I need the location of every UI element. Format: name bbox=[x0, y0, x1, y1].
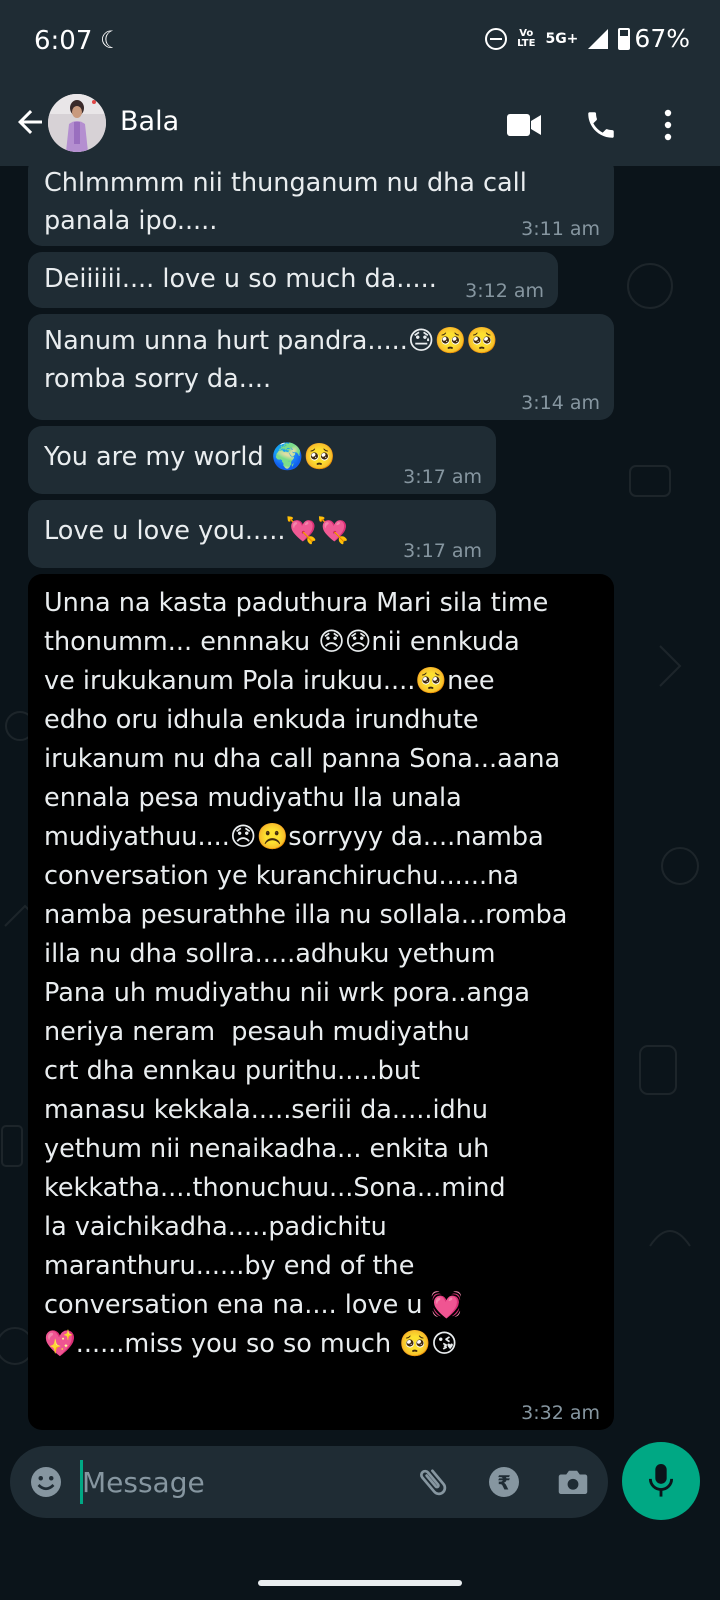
message-line: ve irukukanum Pola irukuu....🥺nee bbox=[44, 666, 495, 696]
back-arrow-icon[interactable] bbox=[12, 104, 48, 140]
voice-call-icon[interactable] bbox=[584, 108, 618, 142]
message-line: Unna na kasta paduthura Mari sila time bbox=[44, 588, 549, 618]
volte-icon: Vo LTE bbox=[517, 27, 536, 49]
message-line: panala ipo..... bbox=[44, 206, 218, 236]
message-line: conversation ena na.... love u 💓 bbox=[44, 1290, 463, 1320]
camera-icon[interactable] bbox=[555, 1464, 591, 1500]
status-bar: 6:07 ☾ Vo LTE 5G+ 67% bbox=[0, 0, 720, 86]
message-input[interactable] bbox=[80, 1457, 384, 1507]
network-type-label: 5G+ bbox=[545, 30, 579, 47]
svg-text:₹: ₹ bbox=[497, 1472, 511, 1495]
payment-rupee-icon[interactable]: ₹ bbox=[486, 1464, 522, 1500]
message-line: irukanum nu dha call panna Sona...aana bbox=[44, 744, 561, 774]
message-time: 3:11 am bbox=[521, 218, 600, 240]
message-time: 3:17 am bbox=[403, 466, 482, 488]
message-line: conversation ye kuranchiruchu......na bbox=[44, 861, 519, 891]
emoji-icon[interactable] bbox=[28, 1464, 64, 1500]
message-line: edho oru idhula enkuda irundhute bbox=[44, 705, 479, 735]
message-line: namba pesurathhe illa nu sollala...romba bbox=[44, 900, 568, 930]
message-line: la vaichikadha.....padichitu bbox=[44, 1212, 387, 1242]
message-line: mudiyathuu....😞☹️sorryyy da....namba bbox=[44, 822, 544, 852]
battery-icon bbox=[618, 27, 631, 50]
message-input-box[interactable]: ₹ bbox=[10, 1446, 608, 1518]
microphone-icon bbox=[648, 1464, 674, 1497]
status-indicators: Vo LTE 5G+ 67% bbox=[485, 24, 690, 53]
message-bubble[interactable]: You are my world 🌍🥺 3:17 am bbox=[28, 426, 496, 494]
message-line: Nanum unna hurt pandra.....😓🥺🥺 bbox=[44, 326, 498, 356]
message-time: 3:17 am bbox=[403, 540, 482, 562]
message-line: Chlmmmm nii thunganum nu dha call bbox=[44, 168, 527, 198]
message-line: yethum nii nenaikadha... enkita uh bbox=[44, 1134, 490, 1164]
avatar[interactable] bbox=[48, 94, 106, 152]
gesture-nav-handle[interactable] bbox=[258, 1580, 462, 1586]
whatsapp-chat-screen: 6:07 ☾ Vo LTE 5G+ 67% Bala Chlmmmm nii t… bbox=[0, 0, 720, 1600]
attach-icon[interactable] bbox=[415, 1464, 451, 1500]
more-options-icon[interactable] bbox=[662, 108, 674, 142]
message-bubble[interactable]: Chlmmmm nii thunganum nu dha call panala… bbox=[28, 166, 614, 246]
message-bubble[interactable]: Love u love you.....💘💘 3:17 am bbox=[28, 500, 496, 568]
chat-header: Bala bbox=[0, 86, 720, 166]
message-composer: ₹ bbox=[0, 1436, 720, 1600]
message-bubble[interactable]: Unna na kasta paduthura Mari sila time t… bbox=[28, 574, 614, 1430]
voice-message-button[interactable] bbox=[622, 1442, 700, 1520]
message-line: Pana uh mudiyathu nii wrk pora..anga bbox=[44, 978, 530, 1008]
message-line: neriya neram pesauh mudiyathu bbox=[44, 1017, 470, 1047]
message-line: manasu kekkala.....seriii da.....idhu bbox=[44, 1095, 489, 1125]
message-line: maranthuru......by end of the bbox=[44, 1251, 415, 1281]
message-line: ennala pesa mudiyathu Ila unala bbox=[44, 783, 462, 813]
message-time: 3:32 am bbox=[521, 1402, 600, 1424]
message-line: crt dha ennkau purithu.....but bbox=[44, 1056, 421, 1086]
chat-messages-area[interactable]: Chlmmmm nii thunganum nu dha call panala… bbox=[0, 166, 720, 1436]
message-time: 3:12 am bbox=[465, 280, 544, 302]
message-line: kekkatha....thonuchuu...Sona...mind bbox=[44, 1173, 506, 1203]
message-bubble[interactable]: Deiiiiii.... love u so much da..... 3:12… bbox=[28, 252, 558, 308]
message-line: romba sorry da.... bbox=[44, 364, 272, 394]
avatar-image bbox=[48, 94, 106, 152]
message-line: thonumm... ennnaku 😞😞nii ennkuda bbox=[44, 627, 520, 657]
signal-icon bbox=[588, 28, 609, 49]
message-bubble[interactable]: Nanum unna hurt pandra.....😓🥺🥺 romba sor… bbox=[28, 314, 614, 420]
moon-icon: ☾ bbox=[100, 26, 122, 54]
message-line: illa nu dha sollra.....adhuku yethum bbox=[44, 939, 496, 969]
status-time: 6:07 bbox=[34, 26, 93, 56]
message-line: 💖......miss you so so much 🥺😘 bbox=[44, 1329, 458, 1359]
battery-percent: 67% bbox=[634, 24, 690, 53]
video-call-icon[interactable] bbox=[506, 112, 542, 138]
message-time: 3:14 am bbox=[521, 392, 600, 414]
do-not-disturb-icon bbox=[485, 27, 508, 50]
contact-name[interactable]: Bala bbox=[120, 106, 179, 137]
